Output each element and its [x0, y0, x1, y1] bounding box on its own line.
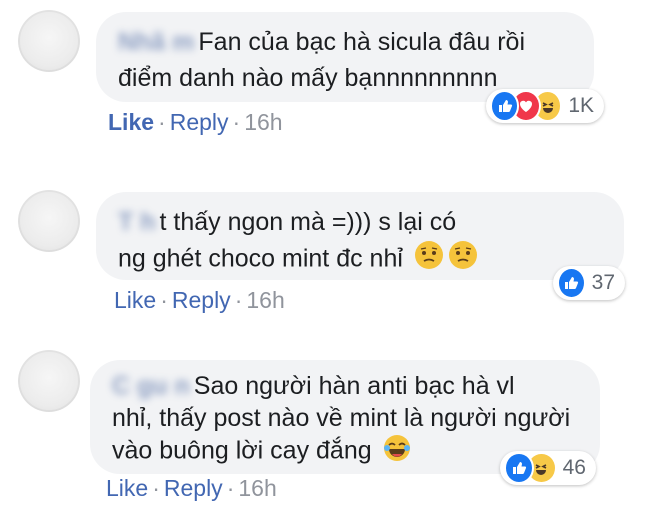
separator: ·: [226, 475, 235, 501]
reply-link[interactable]: Reply: [172, 287, 231, 313]
crying-laughing-icon: [383, 434, 411, 470]
separator: ·: [152, 475, 160, 501]
comment-text-line: Sao người hàn anti bạc hà vl: [193, 372, 515, 400]
avatar[interactable]: [18, 190, 80, 252]
comment-text-line: ng ghét choco mint đc nhỉ: [118, 244, 403, 273]
separator: ·: [158, 109, 166, 135]
like-link[interactable]: Like: [114, 287, 156, 313]
comment-text-line: t thấy ngon mà =))) s lại có: [159, 208, 457, 236]
comment-bubble: T ht thấy ngon mà =))) s lại có ng ghét …: [96, 192, 624, 280]
reply-link[interactable]: Reply: [170, 109, 229, 135]
comment-actions: Like · Reply · 16h: [106, 474, 277, 502]
separator: ·: [160, 287, 168, 313]
separator: ·: [234, 287, 243, 313]
comment-actions: Like · Reply · 16h: [114, 286, 285, 314]
reaction-summary[interactable]: 37: [553, 266, 625, 300]
reaction-summary[interactable]: 1K: [486, 89, 604, 123]
reaction-count: 37: [591, 271, 615, 294]
comment-text-line: Fan của bạc hà sicula đâu rồi: [198, 28, 525, 56]
comment-author[interactable]: Nhã m: [118, 24, 194, 60]
comment-text-line: điểm danh nào mấy bạnnnnnnnnn: [118, 64, 498, 92]
comment-author[interactable]: T h: [118, 204, 156, 240]
reply-link[interactable]: Reply: [164, 475, 223, 501]
comment-text-line: nhỉ, thấy post nào về mint là người ngườ…: [112, 404, 571, 432]
like-link[interactable]: Like: [108, 109, 154, 135]
reaction-count: 46: [562, 456, 586, 479]
comment-text-line: vào buông lời cay đắng: [112, 436, 372, 465]
comment-author[interactable]: C gu n: [112, 370, 190, 402]
avatar[interactable]: [18, 10, 80, 72]
separator: ·: [232, 109, 241, 135]
timestamp[interactable]: 16h: [238, 475, 276, 501]
reaction-summary[interactable]: 46: [500, 451, 596, 485]
like-link[interactable]: Like: [106, 475, 148, 501]
timestamp[interactable]: 16h: [246, 287, 284, 313]
timestamp[interactable]: 16h: [244, 109, 282, 135]
like-icon: [504, 452, 535, 484]
avatar[interactable]: [18, 350, 80, 412]
confused-face-icon: [448, 240, 478, 280]
reaction-count: 1K: [568, 94, 594, 117]
comment-actions: Like · Reply · 16h: [108, 108, 283, 136]
confused-face-icon: [414, 240, 444, 280]
like-icon: [557, 267, 586, 299]
